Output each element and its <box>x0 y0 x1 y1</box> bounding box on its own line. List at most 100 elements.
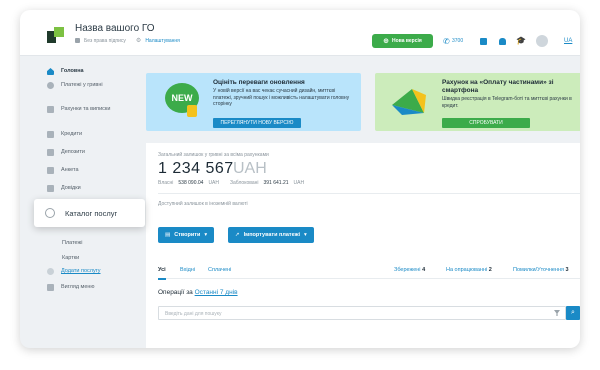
own-currency: UAH <box>208 180 219 186</box>
bell-icon[interactable] <box>499 38 506 45</box>
info-icon <box>47 185 54 192</box>
list-icon: ▤ <box>165 232 171 238</box>
signature-status: Без права підпису <box>84 37 126 44</box>
header: Назва вашого ГО Без права підпису ⚙ Нала… <box>20 10 580 56</box>
saved-count: 4 <box>422 267 426 273</box>
invoice-banner: Рахунок на «Оплату частинами» зі смартфо… <box>375 73 580 131</box>
sidebar-item-accounts[interactable]: Рахунки та виписки <box>47 106 117 113</box>
balance-breakdown: Власні 538 090.04 UAH Заблоковані 391 64… <box>158 180 304 186</box>
errors-count: 3 <box>565 267 569 273</box>
tab-saved[interactable]: Збережені 4 <box>394 267 425 273</box>
bank-icon <box>47 131 54 138</box>
add-service-link[interactable]: Додати послугу <box>47 268 101 275</box>
search-input[interactable]: Введіть дані для пошуку <box>158 306 566 320</box>
update-banner-title: Оцініть переваги оновлення <box>213 79 305 86</box>
main-panel: Загальний залишок у гривні за всіма раху… <box>146 143 580 348</box>
sidebar-sub-cards[interactable]: Картки <box>62 255 79 261</box>
sidebar-item-label: Рахунки та виписки <box>61 106 111 112</box>
home-icon <box>47 68 54 75</box>
invoice-banner-text: Швидка реєстрація в Telegram-боті та мит… <box>442 96 572 109</box>
plus-icon <box>47 268 54 275</box>
view-menu-label: Вигляд меню <box>61 284 95 290</box>
sidebar-sub-payments[interactable]: Платежі <box>62 240 82 246</box>
search-icon: ⌕ <box>571 309 575 316</box>
sidebar-item-deposits[interactable]: Депозити <box>47 149 85 156</box>
lock-icon <box>75 38 80 43</box>
sidebar-item-label: Довідки <box>61 185 81 191</box>
processing-count: 2 <box>488 267 492 273</box>
sidebar-item-home[interactable]: Головна <box>47 68 84 75</box>
new-version-label: Нова версія <box>392 38 422 44</box>
balance-amount: 1 234 567 <box>158 160 234 177</box>
chat-icon[interactable] <box>480 38 487 45</box>
blocked-label: Заблоковані <box>230 180 259 186</box>
chevron-down-icon: ▾ <box>204 232 208 238</box>
try-button[interactable]: СПРОБУВАТИ <box>442 118 530 128</box>
invoice-banner-title: Рахунок на «Оплату частинами» зі смартфо… <box>442 79 554 94</box>
saved-label: Збережені <box>394 267 421 273</box>
tab-errors[interactable]: Помилки/Уточнення 3 <box>513 267 569 273</box>
processing-label: На опрацюванні <box>446 267 488 273</box>
menu-layout-icon <box>47 284 54 291</box>
own-value: 538 090.04 <box>178 180 204 186</box>
deposit-icon <box>47 149 54 156</box>
app-window: Назва вашого ГО Без права підпису ⚙ Нала… <box>20 10 580 348</box>
view-new-version-button[interactable]: ПЕРЕГЛЯНУТИ НОВУ ВЕРСІЮ <box>213 118 301 128</box>
balance-caption: Загальний залишок у гривні за всіма раху… <box>158 152 269 158</box>
form-icon <box>47 167 54 174</box>
view-menu-toggle[interactable]: Вигляд меню <box>47 284 95 291</box>
sidebar-item-label: Платежі у гривні <box>61 82 103 88</box>
bank-logo[interactable] <box>47 27 65 43</box>
chevron-down-icon: ▾ <box>304 232 307 238</box>
sidebar-item-references[interactable]: Довідки <box>47 185 81 192</box>
hryvnia-icon <box>47 82 54 89</box>
pointer-hand-icon <box>187 105 197 117</box>
blocked-currency: UAH <box>293 180 305 186</box>
period-selector[interactable]: Останні 7 днів <box>195 289 238 296</box>
payment-tabs: Усі Вхідні Сплачені Збережені 4 На опрац… <box>158 261 580 280</box>
phone-icon[interactable]: ✆ <box>443 37 450 46</box>
service-catalog-popup[interactable]: Каталог послуг <box>34 199 145 227</box>
blocked-value: 391 641.21 <box>263 180 289 186</box>
create-button[interactable]: ▤ Створити ▾ <box>158 227 215 243</box>
document-icon <box>47 106 54 113</box>
sidebar-item-payments[interactable]: Платежі у гривні <box>47 82 117 89</box>
org-name: Назва вашого ГО <box>75 23 155 34</box>
phone-number[interactable]: 3700 <box>452 38 463 44</box>
tab-incoming[interactable]: Вхідні <box>180 267 195 273</box>
operations-period: Операції за Останні 7 днів <box>158 289 238 296</box>
sidebar-item-label: Анкета <box>61 167 79 173</box>
update-banner: NEW Оцініть переваги оновлення У новій в… <box>146 73 361 131</box>
tab-paid[interactable]: Сплачені <box>208 267 231 273</box>
foreign-balance-note: Доступний залишок в іноземній валюті <box>158 201 248 207</box>
errors-label: Помилки/Уточнення <box>513 267 564 273</box>
sidebar-item-label: Депозити <box>61 149 85 155</box>
sidebar-item-label: Кредити <box>61 131 83 137</box>
settings-link[interactable]: Налаштування <box>145 38 180 44</box>
update-banner-text: У новій версії на вас чекає сучасний диз… <box>213 88 350 107</box>
org-subinfo: Без права підпису ⚙ Налаштування <box>75 37 180 44</box>
sidebar-item-profile[interactable]: Анкета <box>47 167 79 174</box>
service-catalog-label: Каталог послуг <box>65 208 118 218</box>
catalog-icon <box>45 208 55 218</box>
tab-all[interactable]: Усі <box>158 267 166 280</box>
divider <box>158 193 580 194</box>
own-label: Власні <box>158 180 174 186</box>
sidebar-item-credits[interactable]: Кредити <box>47 131 82 138</box>
balance-currency: UAH <box>233 160 267 177</box>
plus-circle-icon: ⊕ <box>383 38 390 45</box>
create-label: Створити <box>174 232 201 238</box>
add-service-label: Додати послугу <box>61 268 101 274</box>
sidebar-item-label: Головна <box>61 68 84 74</box>
operations-label: Операції за <box>158 289 193 296</box>
tab-processing[interactable]: На опрацюванні 2 <box>446 267 492 273</box>
new-version-button[interactable]: ⊕ Нова версія <box>372 34 433 48</box>
import-payments-button[interactable]: ➚ Імпортувати платежі ▾ <box>228 227 314 243</box>
import-label: Імпортувати платежі <box>243 232 301 238</box>
search-button[interactable]: ⌕ <box>566 306 580 320</box>
gear-icon: ⚙ <box>135 38 142 44</box>
language-switch[interactable]: UA <box>564 38 572 44</box>
avatar[interactable] <box>536 35 548 47</box>
graduation-cap-icon[interactable]: 🎓 <box>516 36 526 45</box>
pie-chart-icon <box>392 89 426 115</box>
